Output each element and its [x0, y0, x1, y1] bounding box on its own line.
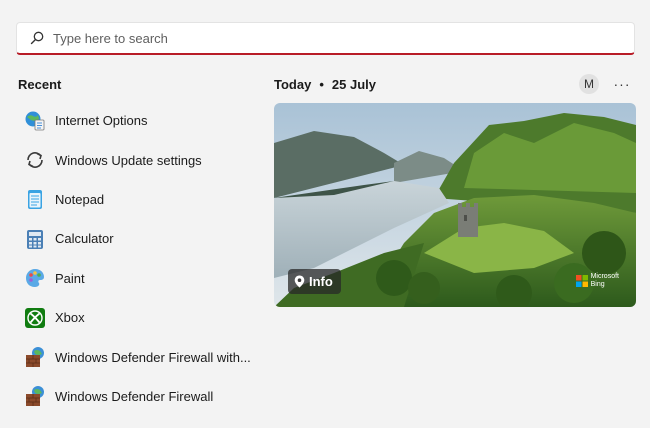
search-box[interactable]	[16, 22, 635, 55]
more-options-button[interactable]: ···	[610, 74, 634, 94]
recent-item-firewall[interactable]: Windows Defender Firewall	[18, 377, 263, 416]
recent-item-internet-options[interactable]: Internet Options	[18, 101, 263, 140]
recent-heading: Recent	[18, 77, 62, 92]
info-button[interactable]: Info	[288, 269, 341, 294]
search-input[interactable]	[53, 30, 613, 46]
xbox-icon	[24, 307, 46, 329]
recent-item-paint[interactable]: Paint	[18, 259, 263, 298]
recent-item-calculator[interactable]: Calculator	[18, 219, 263, 258]
info-label: Info	[309, 274, 333, 289]
recent-item-notepad[interactable]: Notepad	[18, 180, 263, 219]
credit-line-1: Microsoft	[590, 273, 619, 280]
recent-item-label: Windows Defender Firewall with...	[55, 349, 251, 365]
account-avatar[interactable]: M	[579, 74, 599, 94]
bing-photo-card[interactable]: Info Microsoft Bing	[274, 103, 636, 307]
notepad-icon	[24, 188, 46, 210]
internet-options-icon	[24, 110, 46, 132]
recent-item-firewall-advanced[interactable]: Windows Defender Firewall with...	[18, 337, 263, 376]
recent-item-label: Paint	[55, 270, 85, 286]
microsoft-logo-icon	[575, 275, 588, 287]
firewall-icon	[24, 346, 46, 368]
location-pin-icon	[294, 275, 305, 288]
recent-item-label: Calculator	[55, 231, 114, 247]
today-header: Today • 25 July	[274, 77, 376, 92]
recent-item-label: Internet Options	[55, 113, 148, 129]
calculator-icon	[24, 228, 46, 250]
recent-item-windows-update[interactable]: Windows Update settings	[18, 140, 263, 179]
search-icon	[30, 31, 44, 45]
firewall-icon	[24, 385, 46, 407]
credit-line-2: Bing	[590, 281, 605, 288]
recent-list: Internet Options Windows Update settings	[18, 101, 263, 416]
date-separator: •	[319, 77, 324, 92]
recent-item-label: Xbox	[55, 310, 85, 326]
recent-item-xbox[interactable]: Xbox	[18, 298, 263, 337]
today-label: Today	[274, 77, 312, 92]
recent-item-label: Windows Update settings	[55, 152, 202, 168]
windows-update-icon	[24, 149, 46, 171]
today-date: 25 July	[331, 77, 376, 92]
paint-icon	[24, 267, 46, 289]
recent-item-label: Windows Defender Firewall	[55, 388, 214, 404]
recent-item-label: Notepad	[55, 191, 105, 207]
microsoft-bing-credit: Microsoft Bing	[575, 273, 619, 289]
